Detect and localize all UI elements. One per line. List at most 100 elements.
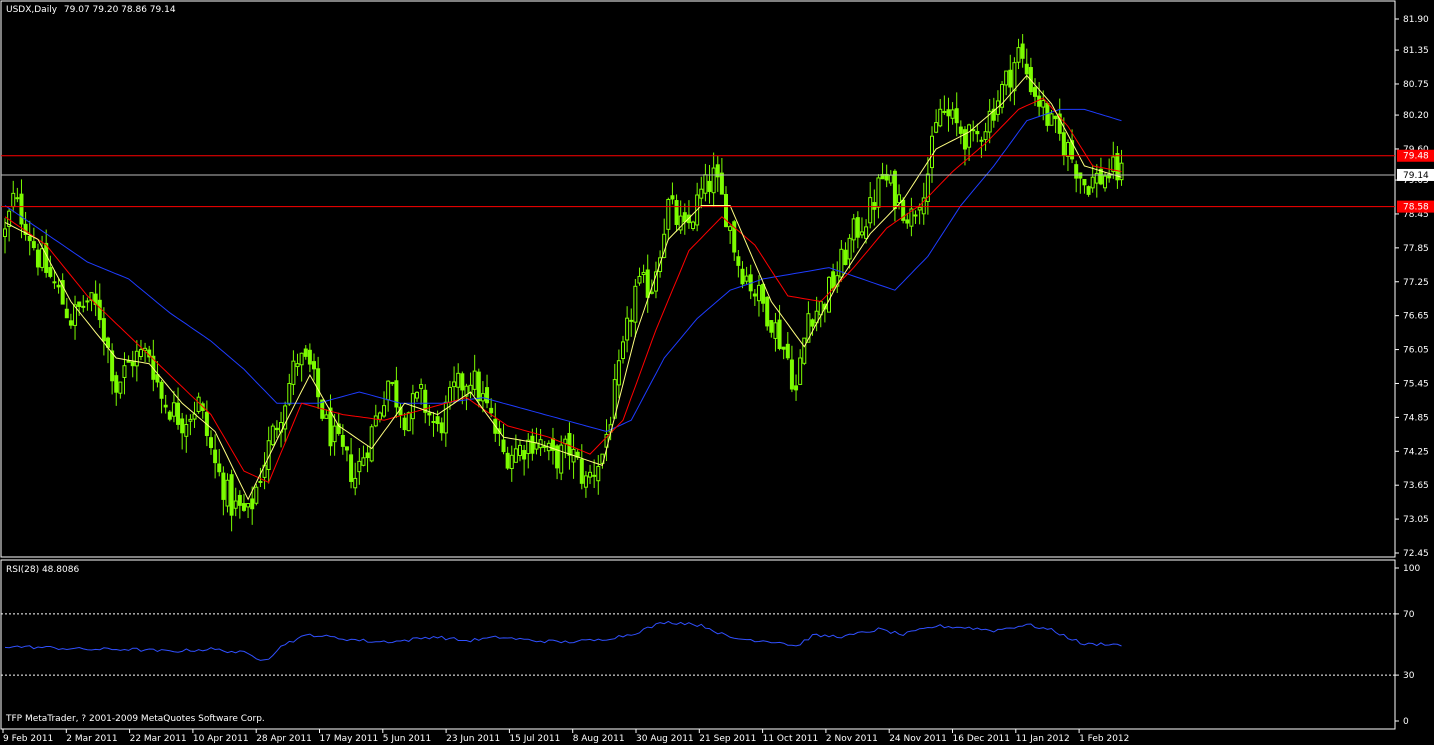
candle-body <box>1016 47 1021 63</box>
candle-body <box>596 465 601 482</box>
candle-body <box>645 269 650 298</box>
price-axis-label: 80.20 <box>1403 111 1429 121</box>
candle-body <box>691 221 696 230</box>
candle-body <box>633 285 638 323</box>
candle-body <box>851 218 856 241</box>
candle-body <box>736 256 741 266</box>
candle-body <box>1082 179 1087 186</box>
date-axis-label: 11 Oct 2011 <box>763 734 819 744</box>
price-axis-label: 73.05 <box>1403 515 1429 525</box>
candle-body <box>629 319 634 322</box>
candle-body <box>1078 172 1083 179</box>
candle-body <box>1004 70 1009 86</box>
date-axis-label: 24 Nov 2011 <box>889 734 947 744</box>
candle-body <box>509 454 514 469</box>
candle-body <box>588 471 593 478</box>
candle-body <box>291 360 296 385</box>
chart-header: USDX,Daily 79.07 79.20 78.86 79.14 <box>6 5 176 15</box>
candle-body <box>373 415 378 427</box>
candle-body <box>979 139 984 142</box>
candle-body <box>394 380 399 408</box>
date-axis-label: 17 May 2011 <box>320 734 379 744</box>
candle-body <box>785 343 790 359</box>
current-price-label: 79.14 <box>1403 171 1429 181</box>
candle-body <box>1065 142 1070 157</box>
candle-body <box>958 126 963 134</box>
candle-body <box>258 480 263 483</box>
candle-body <box>402 417 407 431</box>
candle-body <box>530 435 535 454</box>
candle-body <box>217 463 222 473</box>
candle-body <box>621 341 625 360</box>
candle-body <box>180 418 185 434</box>
candle-body <box>316 368 321 398</box>
candle-body <box>954 108 959 124</box>
candle-body <box>3 228 7 237</box>
price-axis-label: 73.65 <box>1403 481 1429 491</box>
chart-root: 81.9081.3580.7580.2079.6079.0578.4577.85… <box>0 0 1434 745</box>
date-axis-label: 1 Feb 2012 <box>1079 734 1129 744</box>
candle-body <box>1049 113 1054 126</box>
candle-body <box>831 271 836 289</box>
candle-body <box>225 479 230 507</box>
price-axis-label: 76.65 <box>1403 312 1429 322</box>
candle-body <box>703 174 708 194</box>
candle-body <box>419 384 424 389</box>
candle-body <box>674 200 679 225</box>
candle-body <box>872 202 877 210</box>
candle-body <box>357 460 362 473</box>
candle-body <box>518 444 522 457</box>
candle-body <box>579 458 584 484</box>
candle-body <box>950 109 955 119</box>
date-axis-label: 28 Apr 2011 <box>256 734 312 744</box>
candle-body <box>967 124 972 148</box>
date-axis-label: 2 Mar 2011 <box>66 734 117 744</box>
candle-body <box>625 317 630 341</box>
price-axis-label: 75.45 <box>1403 379 1429 389</box>
candle-body <box>567 433 572 456</box>
candle-body <box>559 444 564 474</box>
candle-body <box>769 320 774 333</box>
candle-body <box>176 402 181 425</box>
candle-body <box>340 434 345 447</box>
candle-body <box>728 226 733 231</box>
candle-body <box>184 424 189 437</box>
date-axis-label: 30 Aug 2011 <box>636 734 694 744</box>
candle-body <box>406 412 411 432</box>
candle-body <box>122 365 127 378</box>
candle-body <box>382 405 387 417</box>
candle-body <box>295 363 300 368</box>
candle-body <box>864 226 869 239</box>
candle-body <box>534 442 539 450</box>
candle-body <box>209 437 213 448</box>
candle-body <box>563 438 568 445</box>
candle-body <box>485 387 490 404</box>
candle-body <box>1041 99 1046 108</box>
candle-body <box>167 411 172 420</box>
candle-body <box>930 135 934 169</box>
candle-body <box>68 320 73 326</box>
candle-body <box>802 337 807 364</box>
candle-body <box>431 421 436 424</box>
candle-body <box>452 381 457 388</box>
candle-body <box>1053 115 1058 120</box>
candle-body <box>868 197 873 224</box>
price-axis-label: 74.85 <box>1403 413 1429 423</box>
candle-body <box>324 414 329 419</box>
candle-body <box>427 412 432 416</box>
candle-body <box>35 249 40 268</box>
candle-body <box>649 291 654 294</box>
candle-body <box>810 319 815 327</box>
candle-body <box>48 267 53 277</box>
candle-body <box>592 474 597 477</box>
main-pane-frame <box>0 0 1396 558</box>
candle-body <box>476 371 481 402</box>
date-axis-label: 16 Dec 2011 <box>953 734 1011 744</box>
candle-body <box>855 217 860 238</box>
candle-body <box>233 500 238 509</box>
candle-body <box>332 425 337 443</box>
candle-body <box>616 360 621 386</box>
candle-body <box>299 352 304 366</box>
candle-body <box>505 452 510 469</box>
candle-body <box>777 319 782 349</box>
